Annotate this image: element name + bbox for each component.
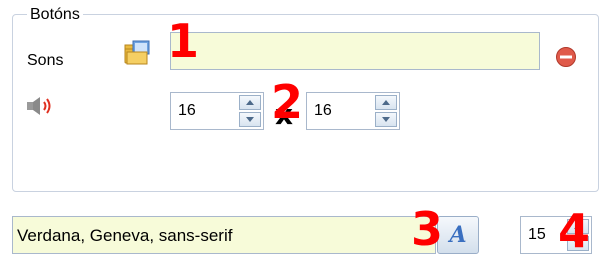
height-down-arrow-icon[interactable]: [375, 112, 397, 127]
speaker-icon: [25, 94, 61, 118]
height-up-arrow-icon[interactable]: [375, 95, 397, 110]
callout-3: 3: [411, 202, 444, 256]
callout-1: 1: [167, 14, 200, 68]
height-value: 16: [314, 102, 332, 119]
width-up-arrow-icon[interactable]: [239, 95, 261, 110]
font-family-input[interactable]: Verdana, Geneva, sans-serif: [12, 216, 436, 254]
folder-browse-icon[interactable]: [122, 38, 152, 68]
callout-4: 4: [558, 204, 591, 258]
font-family-value: Verdana, Geneva, sans-serif: [17, 226, 233, 245]
sounds-label: Sons: [27, 52, 64, 69]
font-size-value: 15: [528, 226, 546, 243]
width-stepper[interactable]: 16: [170, 92, 264, 130]
remove-icon[interactable]: [555, 46, 577, 68]
font-picker-button[interactable]: A: [437, 216, 479, 254]
width-value: 16: [178, 102, 196, 119]
group-legend: Botóns: [27, 6, 83, 24]
font-picker-icon: A: [449, 222, 467, 248]
height-stepper[interactable]: 16: [306, 92, 400, 130]
width-down-arrow-icon[interactable]: [239, 112, 261, 127]
callout-2: 2: [271, 75, 304, 129]
sounds-path-input[interactable]: [170, 32, 540, 70]
